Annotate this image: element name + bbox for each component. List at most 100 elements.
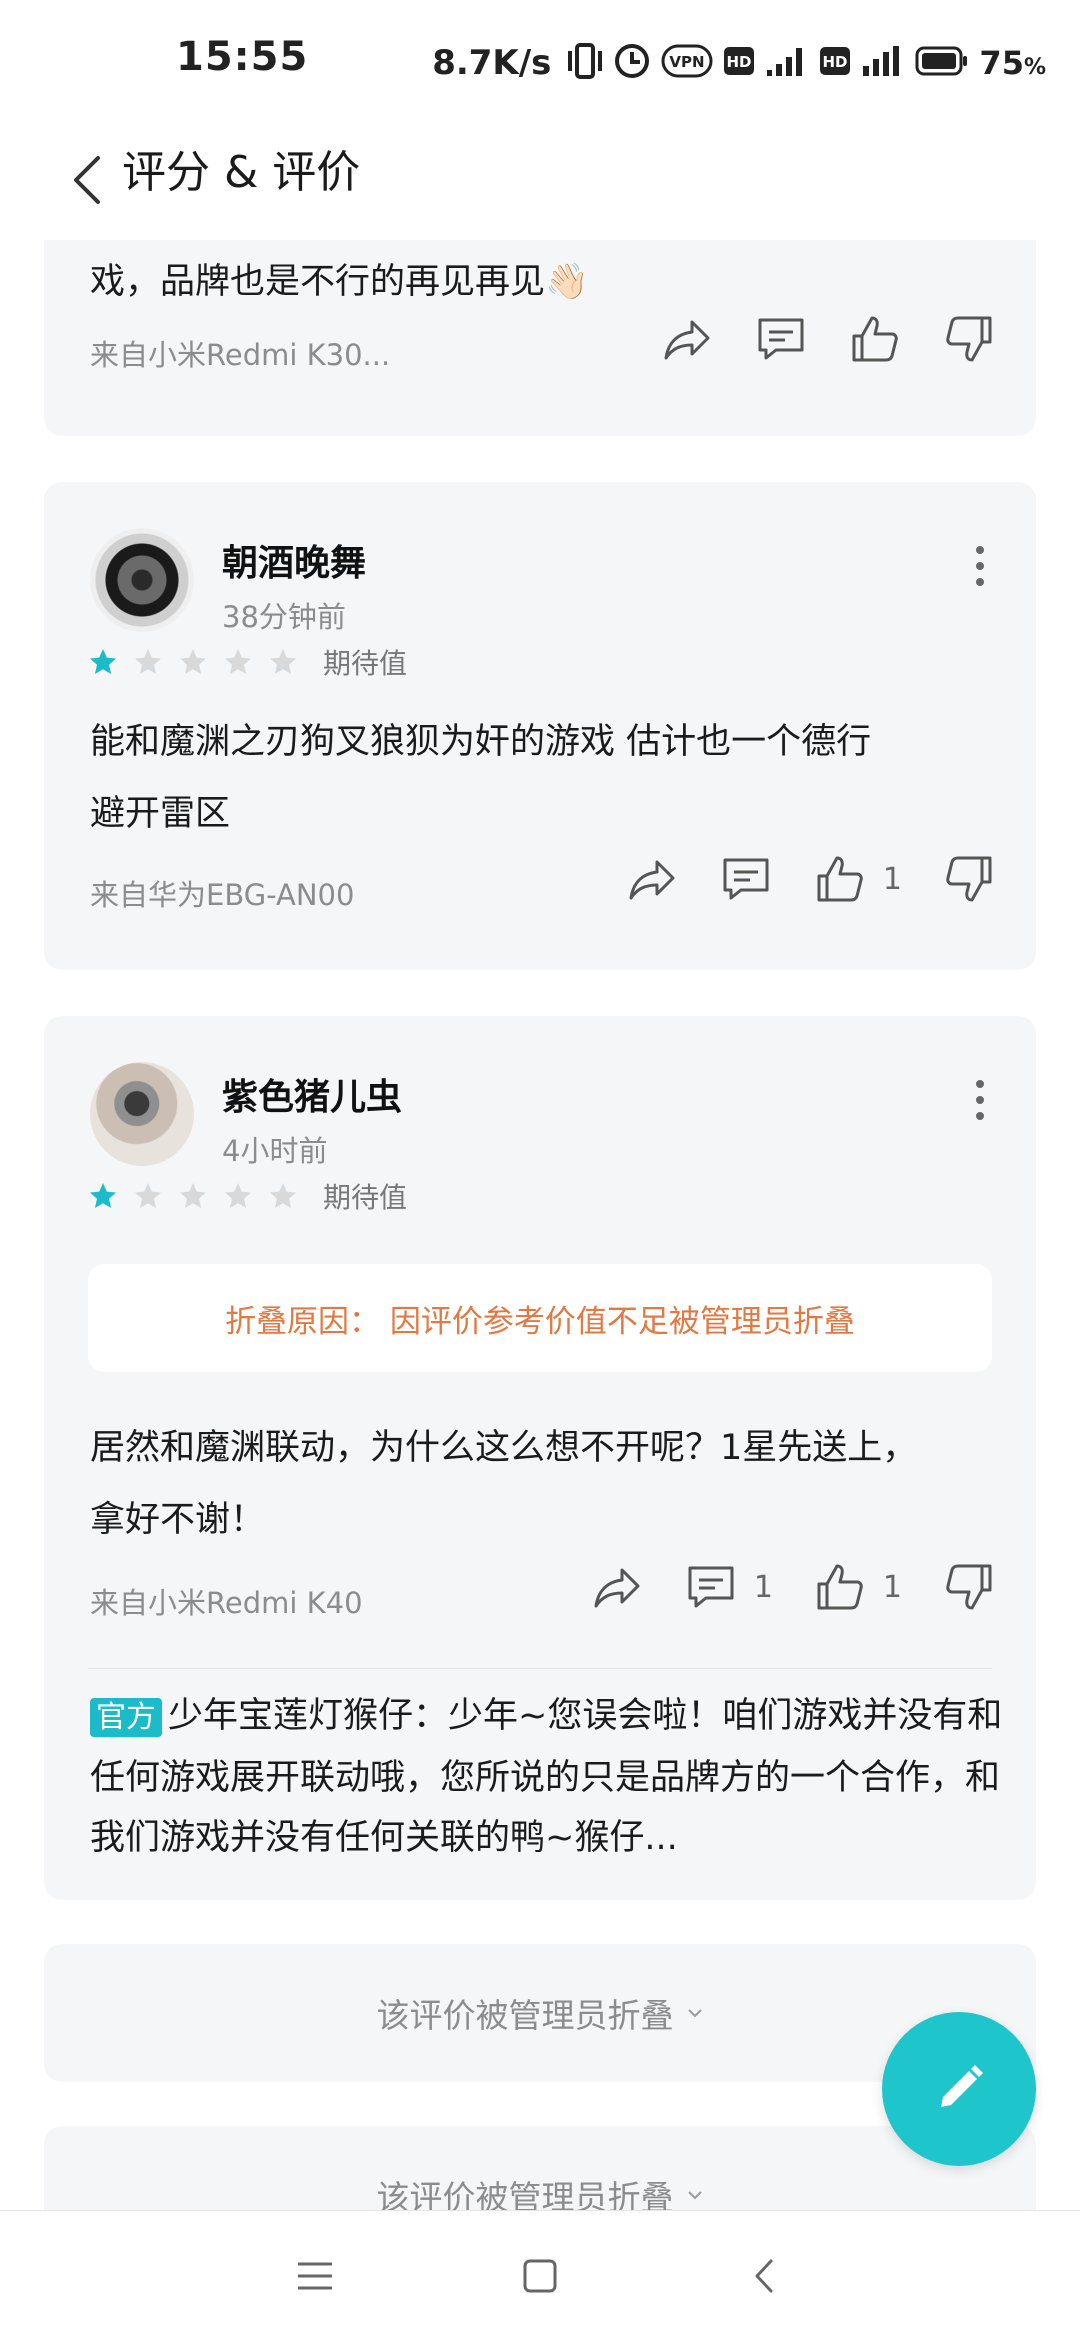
star-icon	[90, 1183, 116, 1208]
back-nav-button[interactable]	[738, 2249, 792, 2303]
back-button[interactable]	[58, 142, 118, 218]
collapsed-label: 该评价被管理员折叠	[376, 2178, 674, 2210]
comment-button[interactable]	[754, 312, 808, 366]
pencil-icon	[941, 2065, 983, 2107]
star-icon	[90, 649, 116, 674]
dislike-button[interactable]	[942, 852, 996, 906]
review-text-line: 能和魔渊之刃狗叉狼狈为奸的游戏 估计也一个德行	[90, 722, 872, 762]
reply-author: 少年宝莲灯猴仔	[168, 1696, 414, 1736]
share-button[interactable]	[660, 312, 714, 366]
more-options-button[interactable]	[970, 1074, 990, 1126]
comment-icon	[758, 318, 804, 360]
thumbs-down-icon	[946, 1564, 992, 1610]
thumbs-up-icon	[852, 316, 898, 362]
review-text: 能和魔渊之刃狗叉狼狈为奸的游戏 估计也一个德行 避开雷区	[90, 706, 990, 850]
status-bar: 15:55 8.7K/s VPN HD HD 75%	[0, 0, 1080, 120]
like-button[interactable]: 1	[813, 852, 902, 906]
review-card: 朝酒晚舞 38分钟前 期待值 能和魔渊之刃狗叉狼狈为奸的游戏 估计也一个德行 避…	[44, 482, 1036, 970]
comment-button[interactable]: 1	[684, 1560, 773, 1614]
like-button[interactable]	[848, 312, 902, 366]
dislike-button[interactable]	[942, 312, 996, 366]
review-text-line: 避开雷区	[90, 794, 231, 834]
review-source: 来自华为EBG-AN00	[90, 878, 355, 912]
fold-reason-box: 折叠原因： 因评价参考价值不足被管理员折叠	[88, 1264, 992, 1372]
net-speed: 8.7K/s	[432, 43, 552, 83]
divider	[88, 1668, 992, 1669]
like-button[interactable]: 1	[813, 1560, 902, 1614]
signal-icon	[861, 44, 905, 82]
back-icon	[755, 2259, 773, 2293]
share-icon	[629, 860, 675, 900]
collapsed-review[interactable]: 该评价被管理员折叠	[44, 2126, 1036, 2210]
svg-text:HD: HD	[823, 53, 848, 71]
share-icon	[664, 320, 710, 360]
battery-icon	[915, 45, 969, 81]
star-icon	[180, 649, 206, 674]
rating-label: 期待值	[323, 1181, 408, 1214]
star-icon	[270, 649, 296, 674]
review-source: 来自小米Redmi K30...	[90, 338, 391, 372]
star-icon	[225, 1183, 251, 1208]
review-list[interactable]: 戏，品牌也是不行的再见再见👋🏻 来自小米Redmi K30... 朝酒晚舞 38…	[0, 240, 1080, 2210]
share-button[interactable]	[590, 1560, 644, 1614]
username[interactable]: 紫色猪儿虫	[222, 1068, 402, 1120]
official-reply[interactable]: 官方 少年宝莲灯猴仔：少年~您误会啦！咱们游戏并没有和任何游戏展开联动哦，您所说的…	[90, 1686, 1010, 1868]
share-button[interactable]	[625, 852, 679, 906]
chevron-down-icon	[687, 2009, 702, 2018]
review-source: 来自小米Redmi K40	[90, 1586, 363, 1620]
write-review-button[interactable]	[882, 2012, 1036, 2166]
svg-text:HD: HD	[727, 53, 752, 71]
status-time: 15:55	[176, 34, 309, 80]
thumbs-up-icon	[817, 856, 863, 902]
star-rating: 期待值	[88, 1176, 407, 1216]
dislike-button[interactable]	[942, 1560, 996, 1614]
chevron-down-icon	[687, 2191, 702, 2200]
battery-percent: 75%	[979, 44, 1046, 82]
review-text-line: 拿好不谢！	[90, 1500, 266, 1540]
collapsed-label: 该评价被管理员折叠	[376, 1996, 674, 2035]
alarm-icon	[613, 42, 651, 84]
more-options-button[interactable]	[970, 540, 990, 592]
signal-icon	[765, 44, 809, 82]
menu-icon	[298, 2262, 332, 2290]
review-time: 38分钟前	[222, 600, 346, 634]
hd-icon: HD	[819, 46, 851, 80]
reply-separator: ：	[413, 1696, 449, 1736]
star-icon	[135, 649, 161, 674]
username[interactable]: 朝酒晚舞	[222, 534, 366, 586]
page-title: 评分 & 评价	[122, 147, 361, 198]
like-count: 1	[882, 1569, 902, 1605]
home-button[interactable]	[513, 2249, 567, 2303]
like-count: 1	[882, 861, 902, 897]
review-card: 戏，品牌也是不行的再见再见👋🏻 来自小米Redmi K30...	[44, 240, 1036, 436]
avatar[interactable]	[90, 528, 194, 632]
status-icons: 8.7K/s VPN HD HD 75%	[432, 38, 1046, 88]
review-actions	[620, 312, 996, 366]
official-badge: 官方	[90, 1698, 162, 1737]
comment-icon	[723, 858, 769, 900]
avatar[interactable]	[90, 1062, 194, 1166]
review-text-line: 居然和魔渊联动，为什么这么想不开呢？1星先送上，	[90, 1428, 918, 1468]
hd-icon: HD	[723, 46, 755, 80]
comment-button[interactable]	[719, 852, 773, 906]
thumbs-down-icon	[946, 316, 992, 362]
star-icon	[135, 1183, 161, 1208]
review-time: 4小时前	[222, 1134, 328, 1168]
vpn-icon: VPN	[661, 44, 713, 82]
review-text: 戏，品牌也是不行的再见再见👋🏻	[90, 262, 589, 302]
fold-reason: 折叠原因： 因评价参考价值不足被管理员折叠	[225, 1303, 855, 1340]
home-icon	[523, 2259, 557, 2293]
menu-button[interactable]	[288, 2249, 342, 2303]
comment-icon	[688, 1566, 734, 1608]
comment-count: 1	[753, 1569, 773, 1605]
review-actions: 1	[585, 852, 996, 906]
star-icon	[180, 1183, 206, 1208]
vibrate-icon	[567, 41, 603, 85]
star-rating: 期待值	[88, 642, 407, 682]
thumbs-up-icon	[817, 1564, 863, 1610]
star-icon	[225, 649, 251, 674]
chevron-left-icon	[74, 156, 100, 204]
review-actions: 1 1	[550, 1560, 996, 1614]
system-nav-bar	[0, 2210, 1080, 2341]
thumbs-down-icon	[946, 856, 992, 902]
